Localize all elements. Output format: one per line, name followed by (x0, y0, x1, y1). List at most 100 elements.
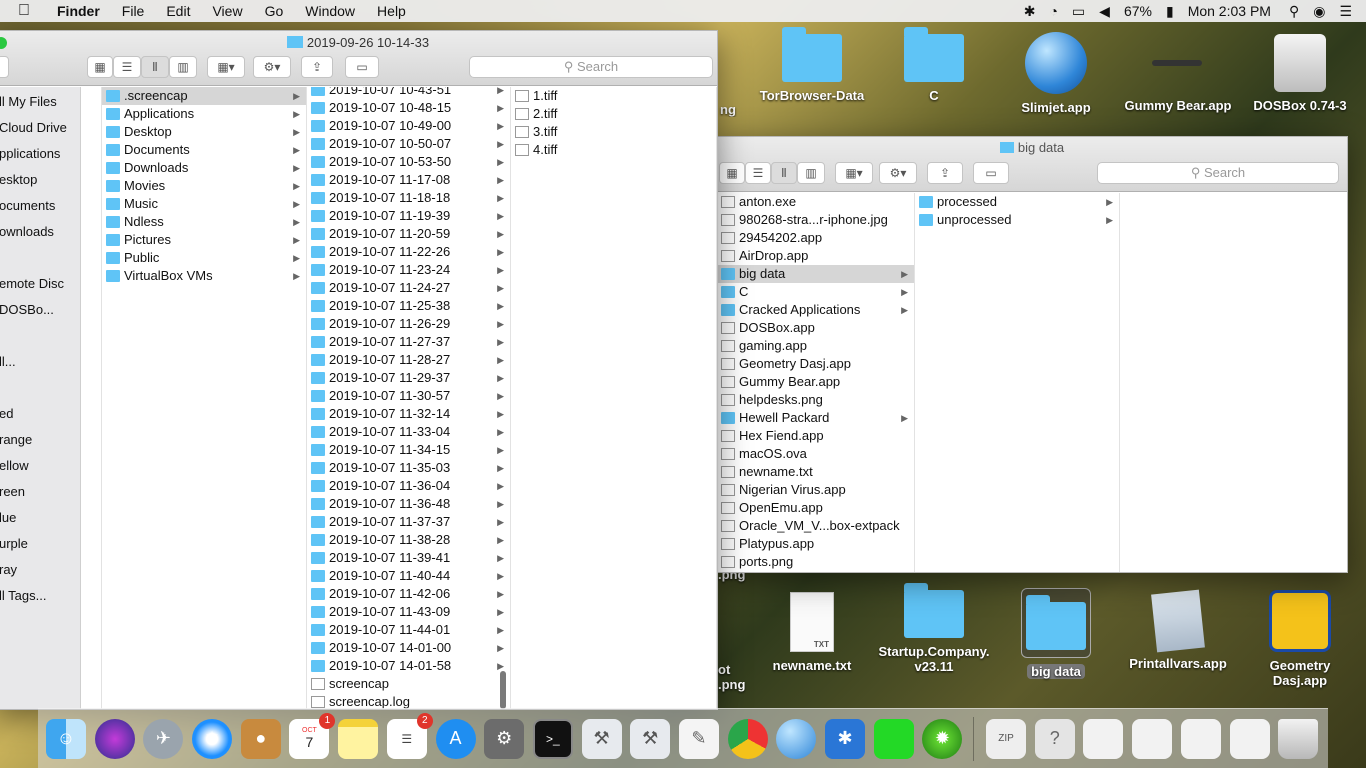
sidebar-item[interactable]: pplications (0, 141, 80, 167)
desktop-item-big-data[interactable]: big data (996, 588, 1116, 679)
sidebar-item[interactable]: ed (0, 401, 80, 427)
folder-row[interactable]: Cracked Applications ▶ (717, 301, 914, 319)
folder-row[interactable]: 2019-10-07 10-49-00 ▶ (307, 117, 510, 135)
share-button[interactable]: ⇪ (927, 162, 963, 184)
dock-archive-icon[interactable]: ZIP (986, 718, 1027, 759)
file-row[interactable]: Platypus.app (717, 535, 914, 553)
dock-chrome-icon[interactable] (727, 718, 768, 759)
folder-row[interactable]: 2019-10-07 11-44-01 ▶ (307, 621, 510, 639)
menu-go[interactable]: Go (265, 3, 284, 19)
share-button[interactable]: ⇪ (301, 56, 333, 78)
desktop-item-c[interactable]: C (874, 27, 994, 103)
folder-row[interactable]: 2019-10-07 11-28-27 ▶ (307, 351, 510, 369)
folder-row[interactable]: Music ▶ (102, 195, 306, 213)
file-row[interactable]: Geometry Dasj.app (717, 355, 914, 373)
dock-document-stack-icon[interactable] (1132, 718, 1173, 759)
file-row[interactable]: screencap.log (307, 693, 510, 709)
folder-row[interactable]: 2019-10-07 10-48-15 ▶ (307, 99, 510, 117)
file-row[interactable]: DOSBox.app (717, 319, 914, 337)
sidebar-item[interactable]: DOSBo... (0, 297, 80, 323)
folder-row[interactable]: 2019-10-07 11-36-04 ▶ (307, 477, 510, 495)
folder-row[interactable]: 2019-10-07 11-38-28 ▶ (307, 531, 510, 549)
folder-row[interactable]: Downloads ▶ (102, 159, 306, 177)
file-row[interactable]: anton.exe (717, 193, 914, 211)
file-row[interactable]: 1.tiff (511, 87, 716, 105)
desktop-item-slimjet[interactable]: Slimjet.app (996, 32, 1116, 115)
folder-row[interactable]: 2019-10-07 11-24-27 ▶ (307, 279, 510, 297)
dock-trash-icon[interactable] (1278, 718, 1319, 759)
folder-row[interactable]: 2019-10-07 11-18-18 ▶ (307, 189, 510, 207)
list-view-button[interactable]: ☰ (745, 162, 771, 184)
dock-textedit-icon[interactable]: ✎ (678, 718, 719, 759)
file-row[interactable]: newname.txt (717, 463, 914, 481)
search-field[interactable]: ⚲ Search (469, 56, 713, 78)
battery-percent[interactable]: 67% (1124, 3, 1152, 19)
folder-row[interactable]: 2019-10-07 14-01-58 ▶ (307, 657, 510, 675)
desktop-item-startup-company[interactable]: Startup.Company. v23.11 (874, 583, 994, 674)
sidebar-item[interactable]: ray (0, 557, 80, 583)
menu-app-name[interactable]: Finder (57, 3, 100, 19)
folder-row[interactable]: 2019-10-07 11-42-06 ▶ (307, 585, 510, 603)
sidebar-item[interactable]: ownloads (0, 219, 80, 245)
folder-row[interactable]: Hewell Packard ▶ (717, 409, 914, 427)
dock-notes-icon[interactable] (338, 718, 379, 759)
dock-safari-icon[interactable]: ✶ (192, 718, 233, 759)
dock-document-stack-icon[interactable] (1180, 718, 1221, 759)
folder-row[interactable]: 2019-10-07 10-43-51 ▶ (307, 87, 510, 99)
folder-row[interactable]: C ▶ (717, 283, 914, 301)
folder-row[interactable]: 2019-10-07 11-30-57 ▶ (307, 387, 510, 405)
notification-center-icon[interactable]: ☰ (1339, 3, 1352, 20)
column-2-scrollbar[interactable] (500, 671, 506, 709)
sidebar-item[interactable]: Cloud Drive (0, 115, 80, 141)
file-row[interactable]: OpenEmu.app (717, 499, 914, 517)
gallery-view-button[interactable]: ▥ (797, 162, 825, 184)
action-gear-button[interactable]: ⚙▾ (879, 162, 917, 184)
desktop-item-printallvars[interactable]: Printallvars.app (1118, 589, 1238, 671)
folder-row[interactable]: processed ▶ (915, 193, 1119, 211)
dock-bluetooth-icon[interactable]: ✱ (825, 718, 865, 759)
dock-reminders-icon[interactable]: ☰ 2 (386, 712, 433, 759)
folder-row[interactable]: 2019-10-07 11-32-14 ▶ (307, 405, 510, 423)
folder-row[interactable]: 2019-10-07 11-36-48 ▶ (307, 495, 510, 513)
wifi-icon[interactable]: ◔ (1049, 3, 1057, 19)
folder-row[interactable]: 2019-10-07 11-26-29 ▶ (307, 315, 510, 333)
folder-row[interactable]: Public ▶ (102, 249, 306, 267)
file-row[interactable]: 980268-stra...r-iphone.jpg (717, 211, 914, 229)
desktop-item-dosbox-disk[interactable]: DOSBox 0.74-3 (1240, 34, 1360, 113)
folder-row[interactable]: Applications ▶ (102, 105, 306, 123)
folder-row[interactable]: unprocessed ▶ (915, 211, 1119, 229)
sidebar-item[interactable]: emote Disc (0, 271, 80, 297)
folder-row[interactable]: 2019-10-07 11-17-08 ▶ (307, 171, 510, 189)
file-row[interactable]: Oracle_VM_V...box-extpack (717, 517, 914, 535)
file-row[interactable]: 2.tiff (511, 105, 716, 123)
sidebar-item[interactable]: ocuments (0, 193, 80, 219)
dock-siri-icon[interactable] (94, 718, 135, 759)
file-row[interactable]: 4.tiff (511, 141, 716, 159)
file-row[interactable]: 3.tiff (511, 123, 716, 141)
tags-button[interactable]: ▭ (973, 162, 1009, 184)
file-row[interactable]: ports.png (717, 553, 914, 571)
folder-row[interactable]: 2019-10-07 11-19-39 ▶ (307, 207, 510, 225)
file-row[interactable]: AirDrop.app (717, 247, 914, 265)
action-gear-button[interactable]: ⚙▾ (253, 56, 291, 78)
siri-icon[interactable]: ◉ (1313, 3, 1325, 20)
bluetooth-icon[interactable]: ✱ (1024, 3, 1036, 20)
apple-menu-icon[interactable]:  (18, 2, 38, 20)
folder-row[interactable]: 2019-10-07 11-33-04 ▶ (307, 423, 510, 441)
back-button[interactable] (0, 56, 9, 78)
menu-window[interactable]: Window (305, 3, 355, 19)
sidebar-item[interactable]: range (0, 427, 80, 453)
folder-row[interactable]: 2019-10-07 11-40-44 ▶ (307, 567, 510, 585)
folder-row[interactable]: VirtualBox VMs ▶ (102, 267, 306, 285)
dock-virus-icon[interactable]: ✹ (922, 718, 963, 759)
menu-edit[interactable]: Edit (166, 3, 190, 19)
desktop-item-gummy-bear[interactable]: Gummy Bear.app (1118, 34, 1238, 113)
folder-row[interactable]: .screencap ▶ (102, 87, 306, 105)
dock-contacts-icon[interactable]: ● (240, 718, 281, 759)
dock-launchpad-icon[interactable]: ✈ (143, 718, 184, 759)
airplay-icon[interactable]: ▭ (1072, 3, 1085, 20)
column-2[interactable]: processed ▶ unprocessed ▶ (915, 193, 1120, 572)
folder-row[interactable]: 2019-10-07 11-23-24 ▶ (307, 261, 510, 279)
folder-row[interactable]: 2019-10-07 11-25-38 ▶ (307, 297, 510, 315)
arrange-button[interactable]: ▦▾ (835, 162, 873, 184)
